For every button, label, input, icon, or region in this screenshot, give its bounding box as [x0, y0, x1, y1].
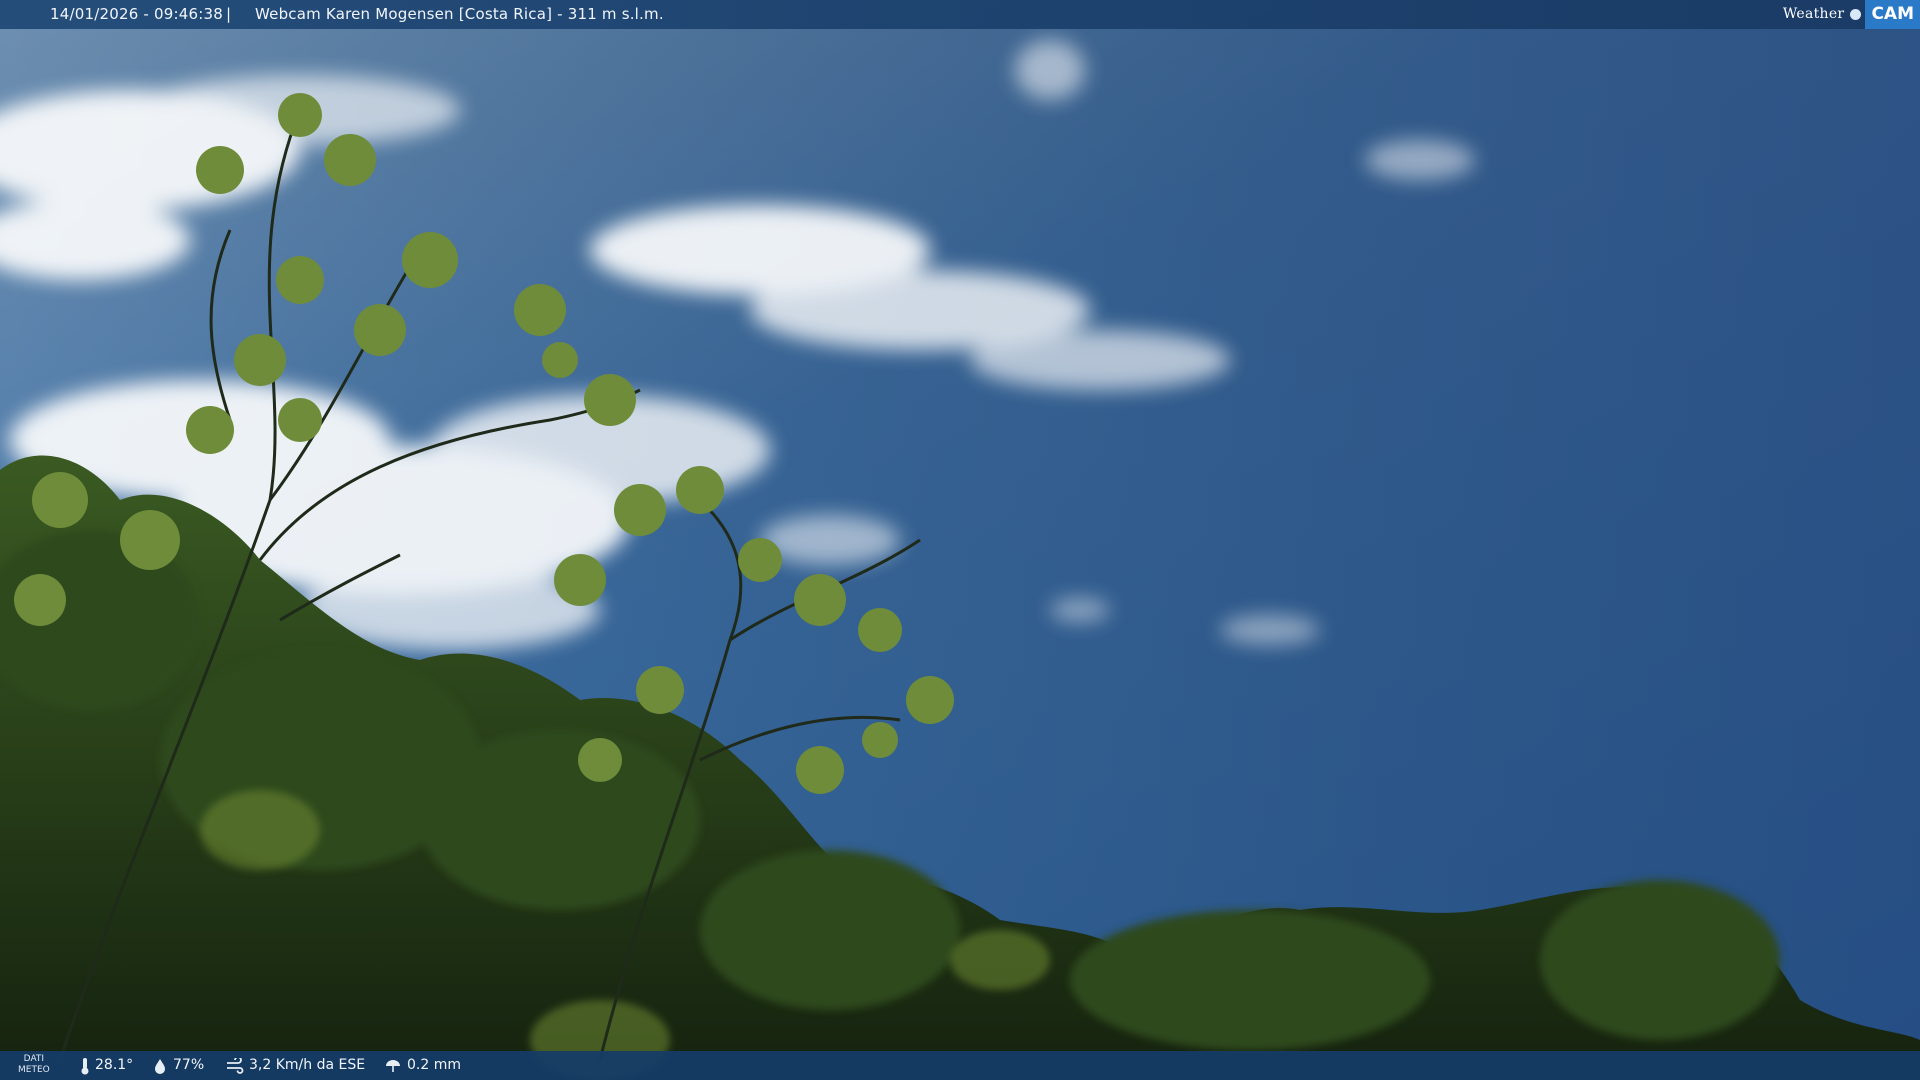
rain-icon [386, 1059, 400, 1072]
weathercam-logo[interactable]: Weather CAM [1775, 0, 1920, 29]
logo-dot-icon [1850, 9, 1862, 20]
webcam-image [0, 0, 1920, 1080]
temperature-reading: 28.1° [80, 1051, 133, 1080]
webcam-title: Webcam Karen Mogensen [Costa Rica] - 311… [255, 5, 664, 23]
dati-meteo-label: DATI METEO [18, 1054, 50, 1075]
weather-data-bar: DATI METEO 28.1° 77% 3,2 Km/h da ESE 0.2… [0, 1051, 1920, 1080]
header-separator: | [226, 5, 232, 23]
rain-reading: 0.2 mm [384, 1051, 461, 1080]
humidity-reading: 77% [152, 1051, 204, 1080]
header-bar: 14/01/2026 - 09:46:38 | Webcam Karen Mog… [0, 0, 1920, 29]
thermometer-icon [81, 1057, 89, 1074]
logo-weather: Weather [1782, 6, 1845, 22]
drop-icon [155, 1058, 165, 1074]
wind-reading: 3,2 Km/h da ESE [226, 1051, 365, 1080]
datetime: 14/01/2026 - 09:46:38 [50, 5, 223, 23]
wind-icon [227, 1057, 244, 1074]
logo-cam: CAM [1865, 0, 1920, 29]
